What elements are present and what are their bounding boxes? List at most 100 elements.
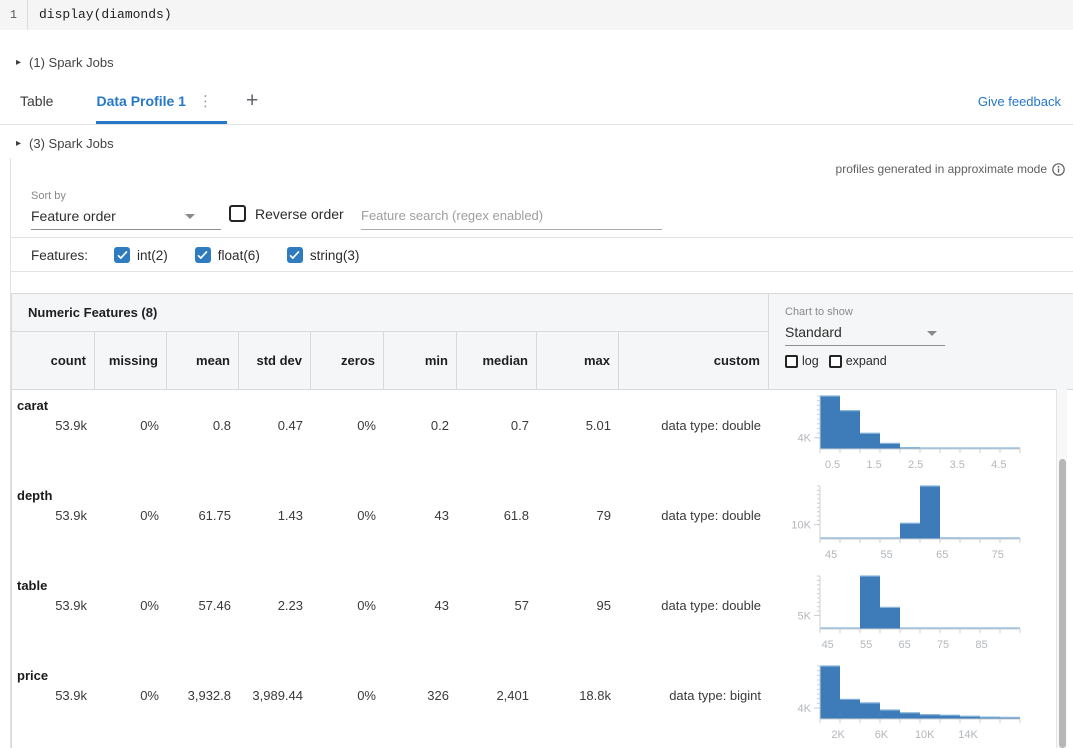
cell-zeros: 0% bbox=[311, 598, 384, 613]
expand-checkbox[interactable] bbox=[829, 355, 842, 368]
svg-text:5K: 5K bbox=[798, 610, 812, 622]
svg-text:2K: 2K bbox=[831, 729, 845, 741]
feature-stats-row: 53.9k0%0.80.470%0.20.75.01data type: dou… bbox=[12, 418, 769, 433]
code-editor-line[interactable]: display(diamonds) bbox=[28, 0, 172, 30]
column-header-max: max bbox=[537, 332, 619, 389]
cell-std_dev: 2.23 bbox=[239, 598, 311, 613]
table-header: Numeric Features (8) countmissingmeanstd… bbox=[12, 294, 1073, 390]
result-tabbar: Table Data Profile 1 ⋮ + Give feedback bbox=[0, 78, 1073, 124]
add-tab-button[interactable]: + bbox=[246, 91, 258, 111]
sort-by-select[interactable]: Feature order bbox=[31, 203, 221, 230]
divider bbox=[11, 271, 1073, 272]
cell-median: 0.7 bbox=[457, 418, 537, 433]
cell-std_dev: 0.47 bbox=[239, 418, 311, 433]
tab-options-kebab-icon[interactable]: ⋮ bbox=[198, 92, 213, 110]
histogram-price: 4K 2K 6K 10K 14K bbox=[775, 662, 1027, 746]
collapsed-arrow-icon: ▸ bbox=[16, 57, 21, 68]
vertical-scrollbar[interactable] bbox=[1056, 389, 1067, 748]
svg-text:10K: 10K bbox=[791, 520, 811, 532]
svg-text:75: 75 bbox=[937, 639, 949, 651]
cell-std_dev: 3,989.44 bbox=[239, 688, 311, 703]
cell-count: 53.9k bbox=[12, 508, 95, 523]
chevron-down-icon bbox=[927, 331, 937, 336]
feature-search bbox=[361, 203, 662, 230]
approximate-mode-text: profiles generated in approximate mode bbox=[836, 162, 1047, 176]
chart-check-options: log expand bbox=[785, 354, 1073, 368]
column-header-custom: custom bbox=[619, 332, 769, 389]
histogram-carat: 4K0.51.52.53.54.5 bbox=[775, 392, 1027, 476]
features-filter-row: Features: int(2)float(6)string(3) bbox=[31, 243, 359, 267]
cell-custom: data type: double bbox=[619, 598, 769, 613]
svg-text:10K: 10K bbox=[915, 729, 935, 741]
cell-missing: 0% bbox=[95, 598, 167, 613]
svg-text:85: 85 bbox=[975, 639, 987, 651]
feature-filter-float[interactable]: float(6) bbox=[195, 247, 260, 263]
column-header-row: countmissingmeanstd devzerosminmedianmax… bbox=[12, 332, 769, 389]
spark-jobs-toggle-outer[interactable]: ▸ (1) Spark Jobs bbox=[0, 48, 1073, 76]
chart-type-value: Standard bbox=[785, 324, 842, 340]
cell-missing: 0% bbox=[95, 688, 167, 703]
reverse-order-checkbox[interactable] bbox=[229, 205, 246, 222]
feature-name: depth bbox=[17, 488, 52, 503]
log-checkbox[interactable] bbox=[785, 355, 798, 368]
reverse-order-control[interactable]: Reverse order bbox=[229, 205, 344, 222]
column-header-count: count bbox=[12, 332, 95, 389]
feature-filter-checkbox[interactable] bbox=[114, 247, 130, 263]
feature-filter-checkbox[interactable] bbox=[195, 247, 211, 263]
svg-text:4K: 4K bbox=[798, 703, 812, 715]
feature-name: table bbox=[17, 578, 47, 593]
tab-data-profile-label: Data Profile 1 bbox=[96, 93, 185, 109]
cell-min: 0.2 bbox=[384, 418, 457, 433]
feature-stats-row: 53.9k0%57.462.230%435795data type: doubl… bbox=[12, 598, 769, 613]
feature-filter-label: string(3) bbox=[310, 248, 360, 263]
cell-max: 79 bbox=[537, 508, 619, 523]
line-number: 1 bbox=[0, 0, 28, 30]
column-header-missing: missing bbox=[95, 332, 167, 389]
feature-filter-int[interactable]: int(2) bbox=[114, 247, 168, 263]
chevron-down-icon bbox=[185, 214, 195, 219]
cell-custom: data type: double bbox=[619, 418, 769, 433]
cell-max: 18.8k bbox=[537, 688, 619, 703]
data-profile-panel: profiles generated in approximate mode S… bbox=[10, 158, 1073, 748]
cell-median: 57 bbox=[457, 598, 537, 613]
expand-control[interactable]: expand bbox=[829, 354, 887, 368]
expand-label: expand bbox=[846, 354, 887, 368]
feature-search-input[interactable] bbox=[361, 203, 662, 227]
feature-name: price bbox=[17, 668, 48, 683]
svg-text:0.5: 0.5 bbox=[825, 459, 840, 471]
svg-text:6K: 6K bbox=[875, 729, 889, 741]
histogram-depth: 10K45556575 bbox=[775, 482, 1027, 566]
chart-to-show-label: Chart to show bbox=[785, 306, 1073, 318]
cell-min: 326 bbox=[384, 688, 457, 703]
spark-jobs-label: (1) Spark Jobs bbox=[29, 55, 114, 70]
give-feedback-link[interactable]: Give feedback bbox=[978, 94, 1061, 109]
chart-type-select[interactable]: Standard bbox=[785, 320, 945, 346]
code-cell: 1 display(diamonds) bbox=[0, 0, 1073, 30]
tabbar-divider bbox=[0, 124, 1073, 125]
svg-text:1.5: 1.5 bbox=[866, 459, 881, 471]
log-scale-control[interactable]: log bbox=[785, 354, 819, 368]
cell-median: 2,401 bbox=[457, 688, 537, 703]
svg-text:2.5: 2.5 bbox=[908, 459, 923, 471]
cell-zeros: 0% bbox=[311, 688, 384, 703]
feature-filter-checkbox[interactable] bbox=[287, 247, 303, 263]
check-icon bbox=[197, 250, 208, 261]
tab-table[interactable]: Table bbox=[20, 78, 53, 124]
cell-max: 5.01 bbox=[537, 418, 619, 433]
spark-jobs-toggle-inner[interactable]: ▸ (3) Spark Jobs bbox=[0, 129, 1073, 157]
info-icon[interactable] bbox=[1052, 163, 1065, 176]
cell-zeros: 0% bbox=[311, 508, 384, 523]
feature-name: carat bbox=[17, 398, 48, 413]
cell-missing: 0% bbox=[95, 418, 167, 433]
tab-data-profile[interactable]: Data Profile 1 ⋮ bbox=[96, 78, 226, 124]
notebook-cell-output: 1 display(diamonds) ▸ (1) Spark Jobs Tab… bbox=[0, 0, 1073, 748]
svg-text:75: 75 bbox=[992, 549, 1004, 561]
svg-text:65: 65 bbox=[936, 549, 948, 561]
svg-text:14K: 14K bbox=[958, 729, 978, 741]
cell-mean: 3,932.8 bbox=[167, 688, 239, 703]
feature-filter-label: int(2) bbox=[137, 248, 168, 263]
check-icon bbox=[117, 250, 128, 261]
column-header-std-dev: std dev bbox=[239, 332, 311, 389]
feature-filter-string[interactable]: string(3) bbox=[287, 247, 360, 263]
scrollbar-thumb[interactable] bbox=[1059, 459, 1066, 748]
